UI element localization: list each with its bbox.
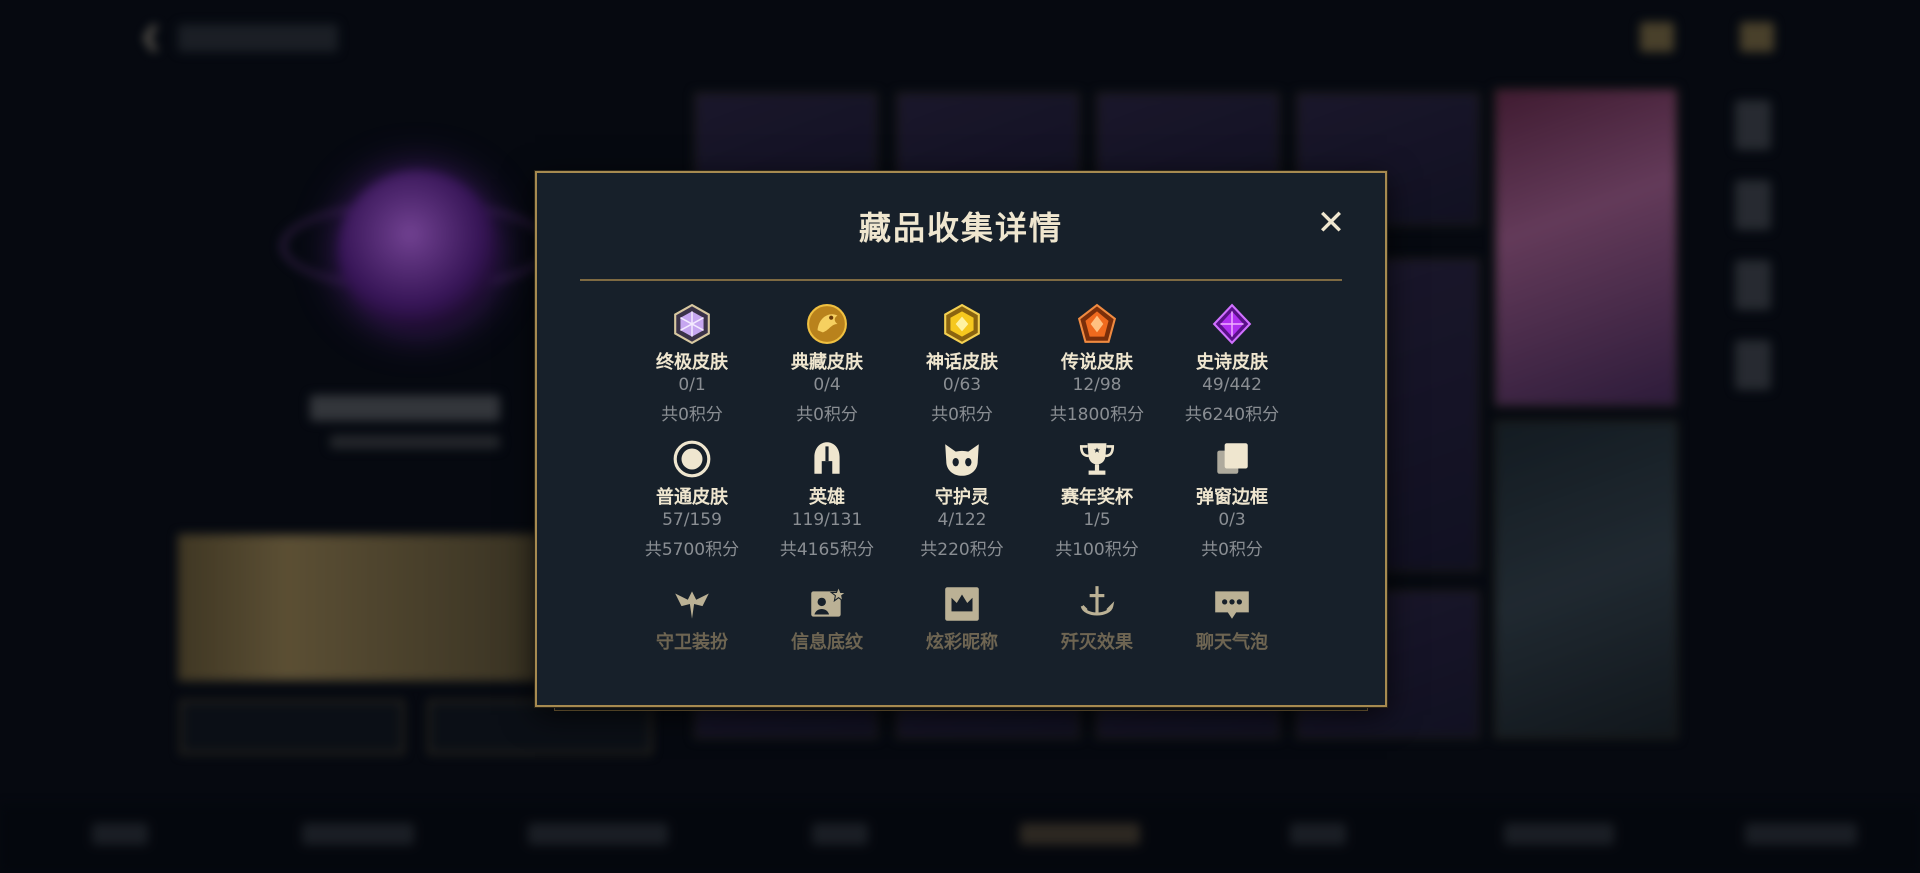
ultimate-skin-icon <box>674 303 710 345</box>
epic-skin-icon <box>1212 303 1252 345</box>
colorful-nickname-icon <box>945 587 979 621</box>
title-divider <box>580 279 1342 281</box>
chat-bubble-icon <box>1215 591 1249 619</box>
mythic-skin-icon <box>944 303 980 345</box>
info-pattern-icon <box>811 585 848 617</box>
annihilation-effect-icon <box>1080 586 1115 616</box>
collection-details-modal: 藏品收集详情 ✕ 终极皮肤 0/1 共0积分 典藏皮肤 0/4 共0积分 神话皮… <box>535 171 1387 707</box>
hero-helmet-icon <box>814 442 840 474</box>
normal-skin-icon <box>673 440 711 478</box>
collector-skin-icon <box>807 304 847 344</box>
modal-title: 藏品收集详情 <box>858 209 1063 247</box>
trophy-icon <box>1079 443 1115 475</box>
legendary-skin-icon <box>1077 303 1117 343</box>
close-icon[interactable]: ✕ <box>1313 205 1349 241</box>
guardian-spirit-icon <box>945 444 979 476</box>
guardian-outfit-icon <box>675 591 709 619</box>
popup-frame-icon <box>1217 443 1248 474</box>
